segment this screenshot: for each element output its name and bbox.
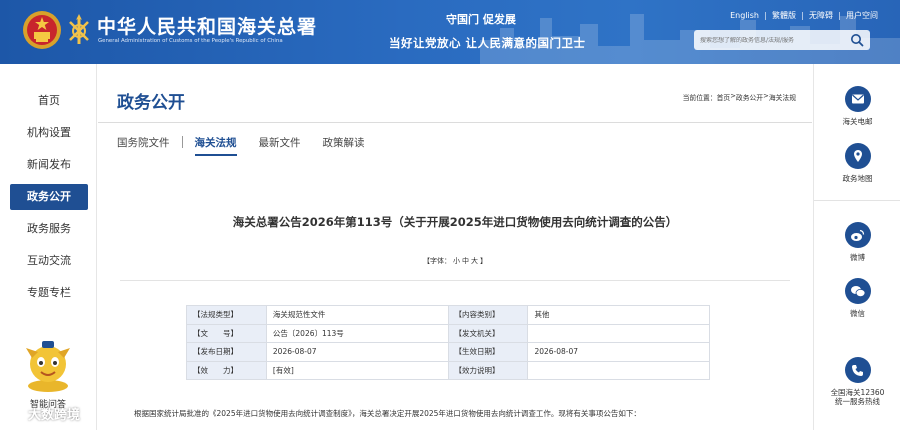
article-body-text: 根据国家统计局批准的《2025年进口货物使用去向统计调查制度》，海关总署决定开展… — [134, 409, 641, 418]
customs-email-link[interactable]: 海关电邮 — [814, 86, 900, 126]
table-row: 【发布日期】 2026-08-07 【生效日期】 2026-08-07 — [186, 342, 710, 362]
table-row: 【文 号】 公告〔2026〕113号 【发文机关】 — [186, 323, 710, 343]
article-title: 海关总署公告2026年第113号（关于开展2025年进口货物使用去向统计调查的公… — [232, 215, 678, 229]
weibo-icon-circle — [844, 222, 871, 248]
meta-key: 【法规类型】 — [186, 305, 267, 325]
map-icon — [853, 150, 862, 162]
table-row: 【法规类型】 海关规范性文件 【内容类别】 其他 — [186, 305, 710, 325]
phone-icon-circle — [844, 357, 871, 383]
meta-value — [527, 360, 710, 380]
sidebar-divider — [814, 200, 900, 201]
tab-state-council-documents[interactable]: 国务院文件 — [117, 135, 170, 156]
email-icon-circle — [844, 86, 871, 112]
right-sidebar: 海关电邮 政务地图 微博 微信 全国海关12360 统一服务热线 — [813, 64, 900, 430]
site-header: 中华人民共和国海关总署 General Administration of Cu… — [0, 0, 900, 64]
watermark-logo-icon — [6, 407, 24, 420]
site-subtitle: General Administration of Customs of the… — [98, 38, 283, 44]
government-map-link[interactable]: 政务地图 — [814, 143, 900, 183]
nav-item-government-affairs[interactable]: 政务公开 — [10, 184, 88, 210]
font-size-medium[interactable]: 中 — [462, 257, 469, 265]
meta-key: 【发布日期】 — [186, 342, 267, 362]
font-size-small[interactable]: 小 — [453, 257, 460, 265]
nav-item-organization[interactable]: 机构设置 — [10, 120, 88, 146]
tab-bar: 国务院文件 海关法规 最新文件 政策解读 — [117, 135, 387, 156]
slogan-primary: 守国门 促发展 — [446, 13, 516, 26]
weibo-link[interactable]: 微博 — [814, 222, 900, 262]
meta-value: 2026-08-07 — [265, 342, 449, 362]
meta-value: 公告〔2026〕113号 — [265, 323, 449, 343]
article-divider — [120, 280, 790, 281]
map-icon-circle — [844, 143, 871, 169]
meta-key: 【发文机关】 — [447, 323, 529, 343]
nav-item-news[interactable]: 新闻发布 — [10, 152, 88, 178]
tab-divider — [181, 136, 183, 148]
site-title[interactable]: 中华人民共和国海关总署 — [97, 12, 317, 39]
meta-value — [527, 323, 710, 343]
tab-latest-documents[interactable]: 最新文件 — [259, 135, 301, 156]
wechat-icon-circle — [844, 278, 871, 304]
nav-item-interaction[interactable]: 互动交流 — [10, 248, 88, 274]
document-metadata-table: 【法规类型】 海关规范性文件 【内容类别】 其他 【文 号】 公告〔2026〕1… — [186, 305, 710, 380]
phone-icon — [852, 364, 863, 376]
email-icon — [851, 94, 864, 104]
tab-customs-regulations[interactable]: 海关法规 — [194, 135, 237, 156]
font-size-suffix: 】 — [480, 257, 487, 265]
search-input[interactable] — [694, 36, 850, 44]
title-divider — [98, 122, 812, 123]
wechat-link[interactable]: 微信 — [814, 278, 900, 318]
breadcrumb-customs-regulations[interactable]: 海关法规 — [769, 92, 796, 102]
divider — [765, 11, 766, 20]
slogan-secondary: 当好让党放心 让人民满意的国门卫士 — [389, 36, 586, 50]
nav-item-special-topics[interactable]: 专题专栏 — [10, 280, 88, 306]
wechat-icon — [850, 285, 865, 297]
meta-key: 【文 号】 — [186, 323, 267, 343]
link-english[interactable]: English — [730, 11, 759, 20]
search-icon[interactable] — [850, 33, 864, 47]
customs-email-label: 海关电邮 — [842, 117, 873, 126]
meta-key: 【效 力】 — [186, 360, 267, 380]
divider — [802, 11, 803, 20]
top-links: English 繁體版 无障碍 用户空间 — [730, 10, 878, 21]
wechat-label: 微信 — [850, 309, 865, 318]
search-box — [694, 30, 870, 50]
meta-value: [有效] — [265, 360, 449, 380]
breadcrumb: 当前位置： 首页 > 政务公开 > 海关法规 — [683, 92, 796, 102]
watermark: 大数跨境 — [6, 404, 80, 423]
government-map-label: 政务地图 — [842, 174, 873, 183]
tab-policy-interpretation[interactable]: 政策解读 — [323, 135, 365, 156]
breadcrumb-prefix: 当前位置： — [682, 94, 717, 102]
meta-value: 海关规范性文件 — [265, 305, 449, 325]
meta-value: 2026-08-07 — [527, 342, 710, 362]
left-navigation: 首页 机构设置 新闻发布 政务公开 政务服务 互动交流 专题专栏 智能问答 — [0, 64, 97, 430]
link-user-space[interactable]: 用户空间 — [846, 10, 878, 21]
breadcrumb-home[interactable]: 首页 — [717, 92, 731, 102]
table-row: 【效 力】 [有效] 【效力说明】 — [186, 360, 710, 380]
breadcrumb-government-affairs[interactable]: 政务公开 — [736, 92, 763, 102]
hotline-label-line1: 全国海关12360 — [830, 388, 885, 397]
meta-key: 【生效日期】 — [447, 342, 529, 362]
font-size-control: 【字体：小中大】 — [98, 256, 812, 266]
font-size-large[interactable]: 大 — [471, 257, 478, 265]
watermark-text: 大数跨境 — [28, 408, 81, 423]
customs-logo-icon — [69, 14, 89, 44]
nav-item-home[interactable]: 首页 — [10, 88, 88, 114]
nav-item-services[interactable]: 政务服务 — [10, 216, 88, 242]
meta-value: 其他 — [527, 305, 710, 325]
link-accessibility[interactable]: 无障碍 — [809, 10, 833, 21]
meta-key: 【内容类别】 — [447, 305, 529, 325]
main-content: 政务公开 当前位置： 首页 > 政务公开 > 海关法规 国务院文件 海关法规 最… — [98, 64, 812, 430]
page-title: 政务公开 — [117, 93, 185, 113]
mascot-assistant-icon[interactable] — [22, 338, 74, 394]
hotline-label-line2: 统一服务热线 — [835, 397, 880, 406]
weibo-icon — [851, 229, 865, 241]
weibo-label: 微博 — [850, 253, 865, 262]
font-size-prefix: 【字体： — [423, 257, 451, 265]
national-emblem-icon — [23, 11, 61, 49]
divider — [839, 11, 840, 20]
link-traditional[interactable]: 繁體版 — [772, 10, 796, 21]
meta-key: 【效力说明】 — [447, 360, 529, 380]
hotline-link[interactable]: 全国海关12360 统一服务热线 — [814, 357, 900, 406]
